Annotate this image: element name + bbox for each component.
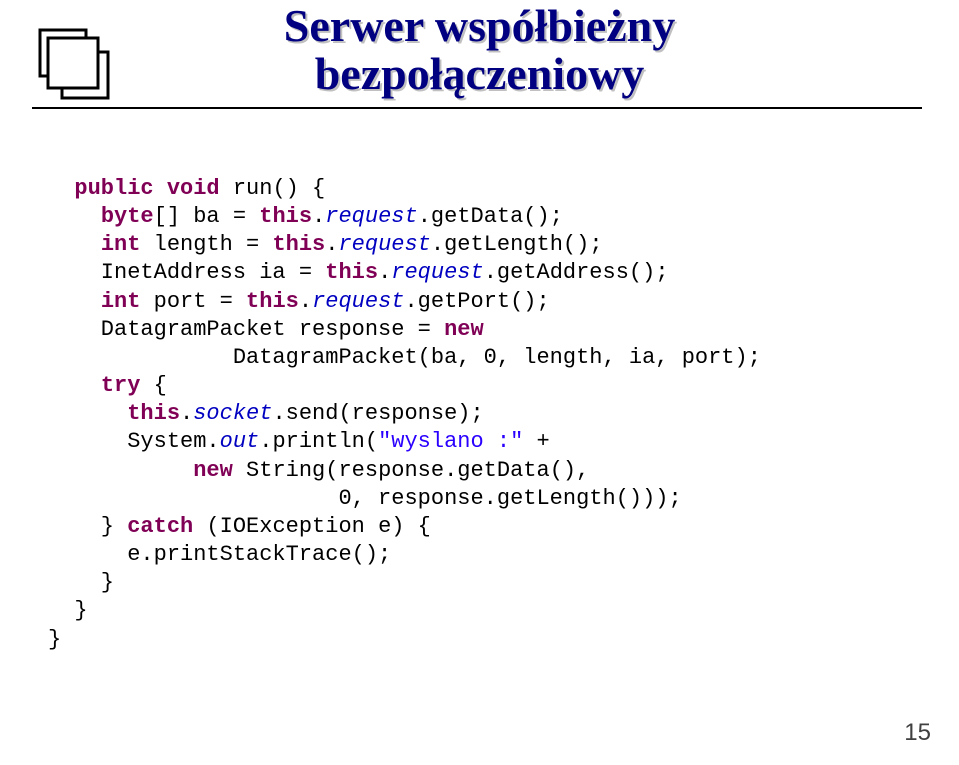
title-line-2: bezpołączeniowy (0, 50, 959, 98)
keyword: this (127, 401, 180, 426)
page-number: 15 (904, 719, 931, 747)
field: socket (193, 401, 272, 426)
code-line: } (48, 598, 88, 623)
title-divider (32, 107, 922, 109)
code-line: this.socket.send(response); (48, 401, 484, 426)
keyword: byte (101, 204, 154, 229)
slide-container: Serwer współbieżny bezpołączeniowy publi… (0, 0, 959, 765)
keyword: this (325, 260, 378, 285)
code-block: public void run() { byte[] ba = this.req… (48, 175, 761, 654)
keyword: this (246, 289, 299, 314)
code-line: System.out.println("wyslano :" + (48, 429, 550, 454)
code-line: int port = this.request.getPort(); (48, 289, 550, 314)
code-line: e.printStackTrace(); (48, 542, 391, 567)
keyword: try (101, 373, 141, 398)
slide-title: Serwer współbieżny bezpołączeniowy (0, 2, 959, 99)
code-line: } (48, 627, 61, 652)
code-line: } catch (IOException e) { (48, 514, 431, 539)
string-literal: "wyslano :" (378, 429, 523, 454)
code-line: InetAddress ia = this.request.getAddress… (48, 260, 669, 285)
keyword: int (101, 289, 141, 314)
field: request (325, 204, 417, 229)
keyword: new (193, 458, 233, 483)
code-line: DatagramPacket response = new (48, 317, 484, 342)
field: request (391, 260, 483, 285)
keyword: new (444, 317, 484, 342)
field: request (338, 232, 430, 257)
keyword: void (167, 176, 220, 201)
code-line: public void run() { (48, 176, 325, 201)
field: request (312, 289, 404, 314)
title-line-1: Serwer współbieżny (0, 2, 959, 50)
code-line: new String(response.getData(), (48, 458, 589, 483)
code-line: try { (48, 373, 167, 398)
keyword: this (272, 232, 325, 257)
keyword: int (101, 232, 141, 257)
code-line: DatagramPacket(ba, 0, length, ia, port); (48, 345, 761, 370)
keyword: catch (127, 514, 193, 539)
field: out (220, 429, 260, 454)
code-line: 0, response.getLength())); (48, 486, 682, 511)
code-line: byte[] ba = this.request.getData(); (48, 204, 563, 229)
code-line: int length = this.request.getLength(); (48, 232, 603, 257)
code-line: } (48, 570, 114, 595)
keyword: public (74, 176, 153, 201)
keyword: this (259, 204, 312, 229)
